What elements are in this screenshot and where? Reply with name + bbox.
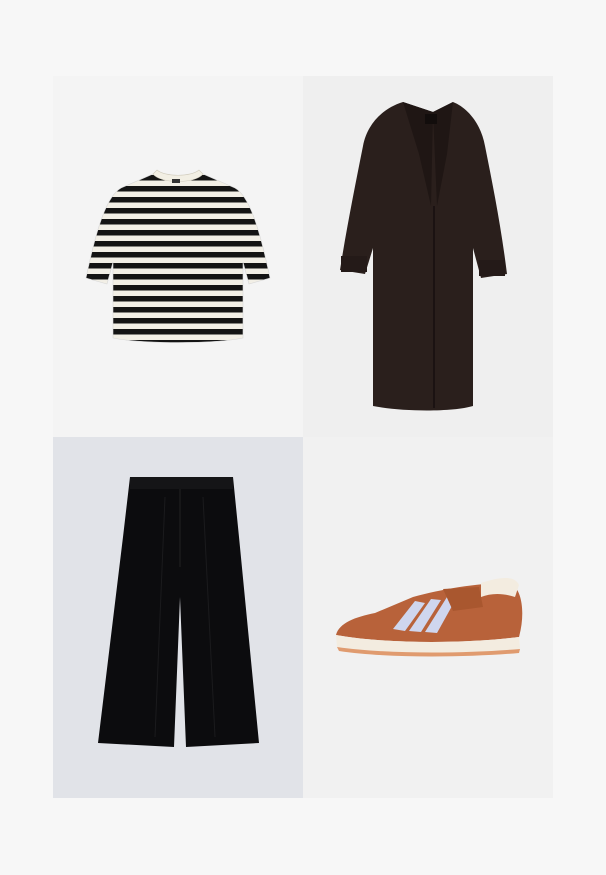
striped-tshirt-image xyxy=(85,169,271,343)
tile-striped-tshirt[interactable] xyxy=(53,76,303,437)
wide-leg-trousers-image xyxy=(98,477,259,747)
tile-wide-leg-trousers[interactable] xyxy=(53,437,303,798)
tile-long-coat[interactable] xyxy=(303,76,553,437)
long-coat-image xyxy=(340,102,507,411)
tile-retro-sneaker[interactable] xyxy=(303,437,553,798)
retro-sneaker-image xyxy=(336,578,523,657)
